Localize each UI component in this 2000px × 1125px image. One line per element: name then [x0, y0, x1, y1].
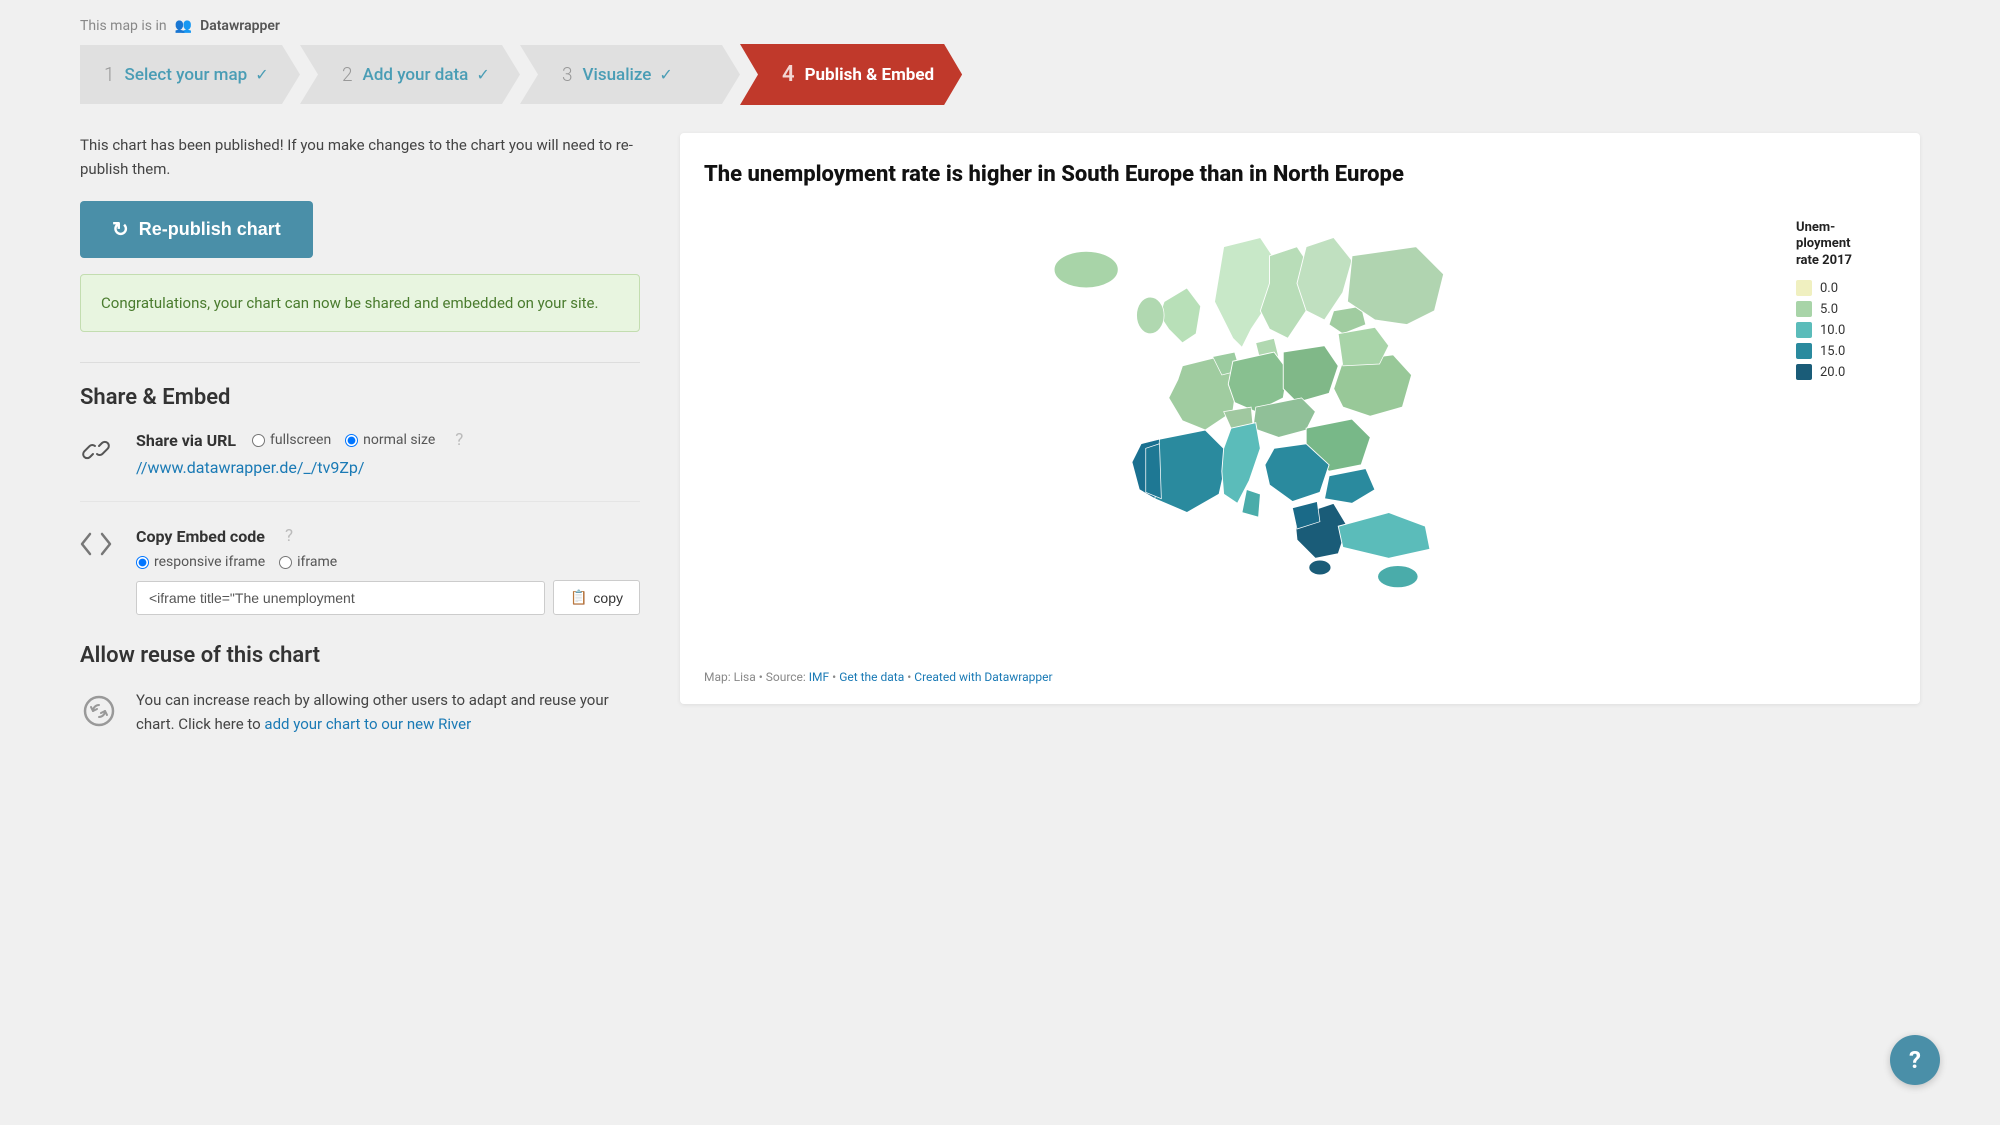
- share-url-label: Share via URL: [136, 431, 236, 450]
- allow-reuse-text: You can increase reach by allowing other…: [136, 688, 640, 736]
- iframe-input-row: 📋 copy: [136, 580, 640, 615]
- fullscreen-label: fullscreen: [270, 432, 331, 448]
- republish-label: Re-publish chart: [139, 219, 281, 240]
- published-notice: This chart has been published! If you ma…: [80, 133, 640, 181]
- legend-item-0: 0.0: [1796, 280, 1896, 296]
- copy-button[interactable]: 📋 copy: [553, 580, 640, 615]
- iframe-label: iframe: [297, 554, 337, 570]
- fullscreen-option[interactable]: fullscreen: [252, 432, 331, 448]
- org-icon: 👥: [175, 18, 192, 34]
- responsive-iframe-radio[interactable]: [136, 556, 149, 569]
- share-url-help-icon[interactable]: ?: [455, 430, 463, 450]
- top-bar-label: This map is in: [80, 18, 167, 34]
- allow-reuse-icon: [80, 688, 120, 737]
- wizard-steps: 1 Select your map ✓ 2 Add your data ✓ 3 …: [80, 44, 1920, 105]
- share-url-content: Share via URL fullscreen normal size: [136, 430, 640, 477]
- success-message: Congratulations, your chart can now be s…: [101, 294, 598, 312]
- help-fab-button[interactable]: ?: [1890, 1035, 1940, 1085]
- map-footer-text: Map: Lisa • Source:: [704, 670, 809, 684]
- allow-reuse-link[interactable]: add your chart to our new River: [264, 715, 471, 733]
- datawrapper-link[interactable]: Created with Datawrapper: [914, 670, 1052, 684]
- embed-row: Copy Embed code ? responsive iframe ifra…: [80, 526, 640, 615]
- legend-item-3: 15.0: [1796, 343, 1896, 359]
- share-url-header: Share via URL fullscreen normal size: [136, 430, 640, 450]
- legend-label-0: 0.0: [1820, 281, 1838, 296]
- legend-item-2: 10.0: [1796, 322, 1896, 338]
- legend-item-4: 20.0: [1796, 364, 1896, 380]
- allow-reuse-title: Allow reuse of this chart: [80, 643, 640, 668]
- embed-icon: [80, 526, 120, 564]
- step-3[interactable]: 3 Visualize ✓: [520, 45, 740, 104]
- legend-color-2: [1796, 322, 1812, 338]
- europe-map: [704, 210, 1780, 650]
- map-svg-area: [704, 210, 1780, 654]
- map-legend: Unem-ploymentrate 2017 0.0 5.0 10.0: [1796, 210, 1896, 381]
- legend-label-4: 20.0: [1820, 365, 1845, 380]
- legend-items: 0.0 5.0 10.0 15.0: [1796, 280, 1896, 380]
- step-3-check: ✓: [659, 65, 672, 84]
- normal-size-radio[interactable]: [345, 434, 358, 447]
- legend-color-1: [1796, 301, 1812, 317]
- embed-options: responsive iframe iframe: [136, 554, 640, 570]
- legend-title: Unem-ploymentrate 2017: [1796, 220, 1896, 271]
- share-url-options: fullscreen normal size: [252, 432, 435, 448]
- embed-label: Copy Embed code: [136, 527, 265, 546]
- share-url-row: Share via URL fullscreen normal size: [80, 430, 640, 502]
- embed-content: Copy Embed code ? responsive iframe ifra…: [136, 526, 640, 615]
- top-bar: This map is in 👥 Datawrapper: [80, 0, 1920, 44]
- success-box: Congratulations, your chart can now be s…: [80, 274, 640, 332]
- embed-help-icon[interactable]: ?: [285, 526, 293, 546]
- embed-code-input[interactable]: [136, 581, 545, 615]
- normal-size-label: normal size: [363, 432, 435, 448]
- step-1-check: ✓: [255, 65, 268, 84]
- map-title: The unemployment rate is higher in South…: [704, 161, 1896, 190]
- legend-label-1: 5.0: [1820, 302, 1838, 317]
- normal-size-option[interactable]: normal size: [345, 432, 435, 448]
- copy-icon: 📋: [570, 589, 587, 606]
- republish-icon: ↻: [112, 217, 129, 242]
- left-panel: This chart has been published! If you ma…: [80, 133, 640, 737]
- share-embed-title: Share & Embed: [80, 385, 640, 410]
- legend-label-3: 15.0: [1820, 344, 1845, 359]
- step-1-num: 1: [104, 63, 115, 86]
- step-4[interactable]: 4 Publish & Embed: [740, 44, 962, 105]
- main-content: This chart has been published! If you ma…: [80, 133, 1920, 737]
- responsive-iframe-label: responsive iframe: [154, 554, 265, 570]
- legend-color-3: [1796, 343, 1812, 359]
- legend-label-2: 10.0: [1820, 323, 1845, 338]
- map-container: Unem-ploymentrate 2017 0.0 5.0 10.0: [704, 210, 1896, 654]
- iframe-radio[interactable]: [279, 556, 292, 569]
- map-footer: Map: Lisa • Source: IMF • Get the data •…: [704, 670, 1896, 684]
- legend-color-0: [1796, 280, 1812, 296]
- help-icon: ?: [1909, 1046, 1921, 1074]
- step-3-num: 3: [562, 63, 573, 86]
- allow-reuse-section: Allow reuse of this chart You can increa…: [80, 643, 640, 737]
- step-2[interactable]: 2 Add your data ✓: [300, 45, 520, 104]
- legend-item-1: 5.0: [1796, 301, 1896, 317]
- link-icon: [80, 430, 120, 473]
- step-3-label: Visualize: [583, 65, 652, 85]
- step-1-label: Select your map: [125, 65, 248, 85]
- legend-color-4: [1796, 364, 1812, 380]
- iframe-option[interactable]: iframe: [279, 554, 337, 570]
- imf-link[interactable]: IMF: [809, 670, 829, 684]
- fullscreen-radio[interactable]: [252, 434, 265, 447]
- step-1[interactable]: 1 Select your map ✓: [80, 45, 300, 104]
- step-4-num: 4: [782, 62, 795, 87]
- brand-name: Datawrapper: [200, 18, 280, 34]
- step-4-label: Publish & Embed: [805, 65, 935, 85]
- responsive-iframe-option[interactable]: responsive iframe: [136, 554, 265, 570]
- page-wrapper: This map is in 👥 Datawrapper 1 Select yo…: [0, 0, 2000, 1125]
- step-2-check: ✓: [476, 65, 489, 84]
- share-url-link[interactable]: //www.datawrapper.de/_/tv9Zp/: [136, 458, 364, 477]
- map-panel: The unemployment rate is higher in South…: [680, 133, 1920, 704]
- step-2-label: Add your data: [363, 65, 469, 85]
- get-data-link[interactable]: Get the data: [839, 670, 904, 684]
- embed-header: Copy Embed code ?: [136, 526, 640, 546]
- copy-label: copy: [593, 590, 623, 606]
- republish-button[interactable]: ↻ Re-publish chart: [80, 201, 313, 258]
- allow-reuse-row: You can increase reach by allowing other…: [80, 688, 640, 737]
- step-2-num: 2: [342, 63, 353, 86]
- share-embed-section: Share & Embed Share via URL: [80, 362, 640, 615]
